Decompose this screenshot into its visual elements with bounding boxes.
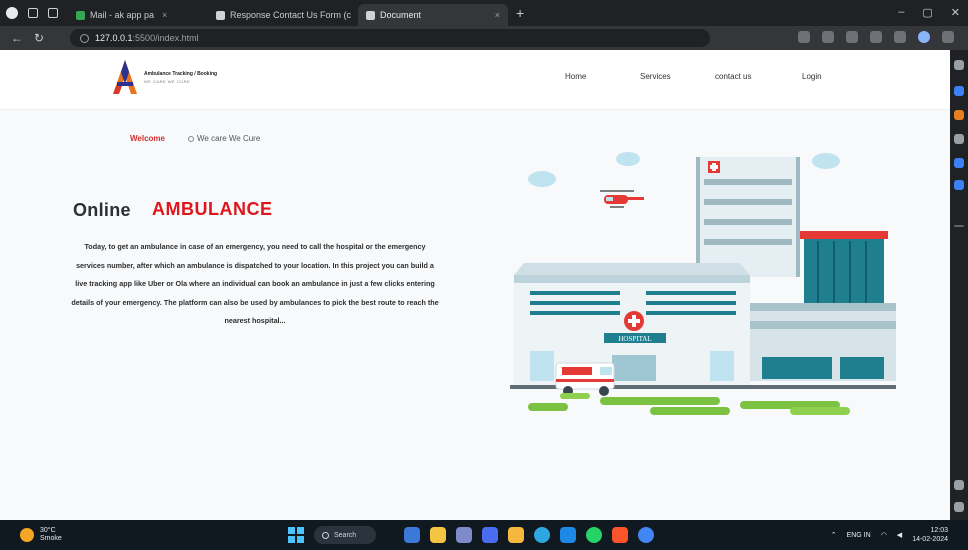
tools-sidebar-icon[interactable] [954,86,964,96]
page-viewport: Ambulance Tracking / Booking WE CARE WE … [0,50,950,520]
welcome-label: Welcome [130,134,165,143]
taskbar-search[interactable]: Search [314,526,376,544]
maximize-icon[interactable]: ▢ [922,6,932,19]
intro-paragraph: Today, to get an ambulance in case of an… [71,242,439,325]
teams-icon[interactable] [482,527,498,543]
shopping-sidebar-icon[interactable] [954,110,964,120]
cloud-middle [616,152,640,166]
logo-title: Ambulance Tracking / Booking [144,70,218,77]
taskbar-apps: Search [288,526,654,544]
window-controls: – ▢ ✕ [898,6,960,19]
file-explorer-icon[interactable] [430,527,446,543]
widgets-icon[interactable] [404,527,420,543]
edge-icon[interactable] [534,527,550,543]
vscode-icon[interactable] [560,527,576,543]
main-building: HOSPITAL [514,263,750,385]
brave-icon[interactable] [612,527,628,543]
sidebar-collapse-icon[interactable] [954,502,964,512]
whatsapp-icon[interactable] [586,527,602,543]
tab-mail[interactable]: Mail - ak app pa × [68,4,208,26]
tagline-icon [188,136,194,142]
minimize-icon[interactable]: – [898,6,904,19]
east-wing [746,303,896,381]
add-sidebar-icon[interactable] [954,225,964,227]
weather-widget[interactable]: 30°C Smoke [20,527,62,543]
nav-login-link[interactable]: Login [802,72,822,81]
helicopter-icon [600,190,644,208]
heading-ambulance: AMBULANCE [152,199,273,219]
tab-label: Document [380,10,422,20]
tray-chevron-icon[interactable]: ⌃ [831,531,837,539]
search-sidebar-icon[interactable] [954,60,964,70]
cloud-left [528,171,556,187]
site-info-icon[interactable] [80,33,89,43]
chrome-icon[interactable] [638,527,654,543]
site-header: Ambulance Tracking / Booking WE CARE WE … [0,50,950,110]
heading-online: Online [73,200,131,220]
nav-services-link[interactable]: Services [640,72,671,81]
reload-icon[interactable]: ↻ [30,31,48,45]
network-icon[interactable]: ◠ [881,531,887,539]
profile-icon[interactable] [6,7,18,19]
folder-icon[interactable] [508,527,524,543]
zoom-icon[interactable] [822,31,834,43]
browser-tab-strip: Mail - ak app pa × Response Contact Us F… [0,0,968,26]
close-tab-icon[interactable]: × [495,10,500,20]
toolbar-actions [798,31,954,43]
weather-icon [20,528,34,542]
cloud-right [812,153,840,169]
ambulance-icon [555,362,615,396]
taskbar: 30°C Smoke Search ⌃ ENG IN ◠ ◀ 12:03 14-02… [0,520,968,550]
nav-home-link[interactable]: Home [565,72,586,81]
office-sidebar-icon[interactable] [954,158,964,168]
start-icon[interactable] [288,527,304,543]
hospital-sign: HOSPITAL [618,335,651,343]
more-menu-icon[interactable] [942,31,954,43]
language-indicator[interactable]: ENG IN [847,532,871,539]
profile-avatar-icon[interactable] [918,31,930,43]
favorite-star-icon[interactable] [870,31,882,43]
tab-favicon-icon [366,10,375,20]
new-tab-icon[interactable]: + [516,5,524,21]
system-tray: ⌃ ENG IN ◠ ◀ 12:03 14-02-2024 [831,526,948,544]
screen: Mail - ak app pa × Response Contact Us F… [0,0,968,550]
split-view-icon[interactable] [846,31,858,43]
url-text: 127.0.0.1:5500/index.html [95,33,199,43]
tower-building [696,157,800,277]
grass-strips [528,393,850,415]
sidebar-settings-icon[interactable] [954,480,964,490]
outlook-sidebar-icon[interactable] [954,180,964,190]
logo-text: Ambulance Tracking / Booking WE CARE WE … [144,71,217,84]
tab-favicon-icon [76,10,85,20]
store-icon[interactable] [456,527,472,543]
nav-contact-link[interactable]: contact us [715,72,751,81]
extension-icon[interactable] [798,31,810,43]
weather-text: 30°C Smoke [40,527,62,542]
volume-icon[interactable]: ◀ [897,531,902,539]
back-icon[interactable]: ← [8,31,26,45]
tab-label: Response Contact Us Form (c [230,10,352,20]
tagline: We care We Cure [188,134,260,143]
logo-a-icon [112,58,138,96]
workspaces-icon[interactable] [28,8,38,18]
tab-document[interactable]: Document × [358,4,508,26]
address-bar[interactable]: 127.0.0.1:5500/index.html [70,29,710,47]
hospital-illustration: HOSPITAL [510,152,896,415]
browser-toolbar: ← ↻ 127.0.0.1:5500/index.html [0,26,968,50]
tab-actions-icon[interactable] [48,8,58,18]
logo-subtitle: WE CARE WE CURE [144,78,191,84]
clock[interactable]: 12:03 14-02-2024 [912,526,948,544]
tab-response-form[interactable]: Response Contact Us Form (c × [208,4,358,26]
search-icon [322,531,329,539]
collections-icon[interactable] [894,31,906,43]
browser-side-panel [950,50,968,520]
site-logo[interactable]: Ambulance Tracking / Booking WE CARE WE … [112,56,246,98]
tab-favicon-icon [216,10,225,20]
close-tab-icon[interactable]: × [162,10,167,20]
close-window-icon[interactable]: ✕ [951,6,960,19]
games-sidebar-icon[interactable] [954,134,964,144]
tab-label: Mail - ak app pa [90,10,155,20]
